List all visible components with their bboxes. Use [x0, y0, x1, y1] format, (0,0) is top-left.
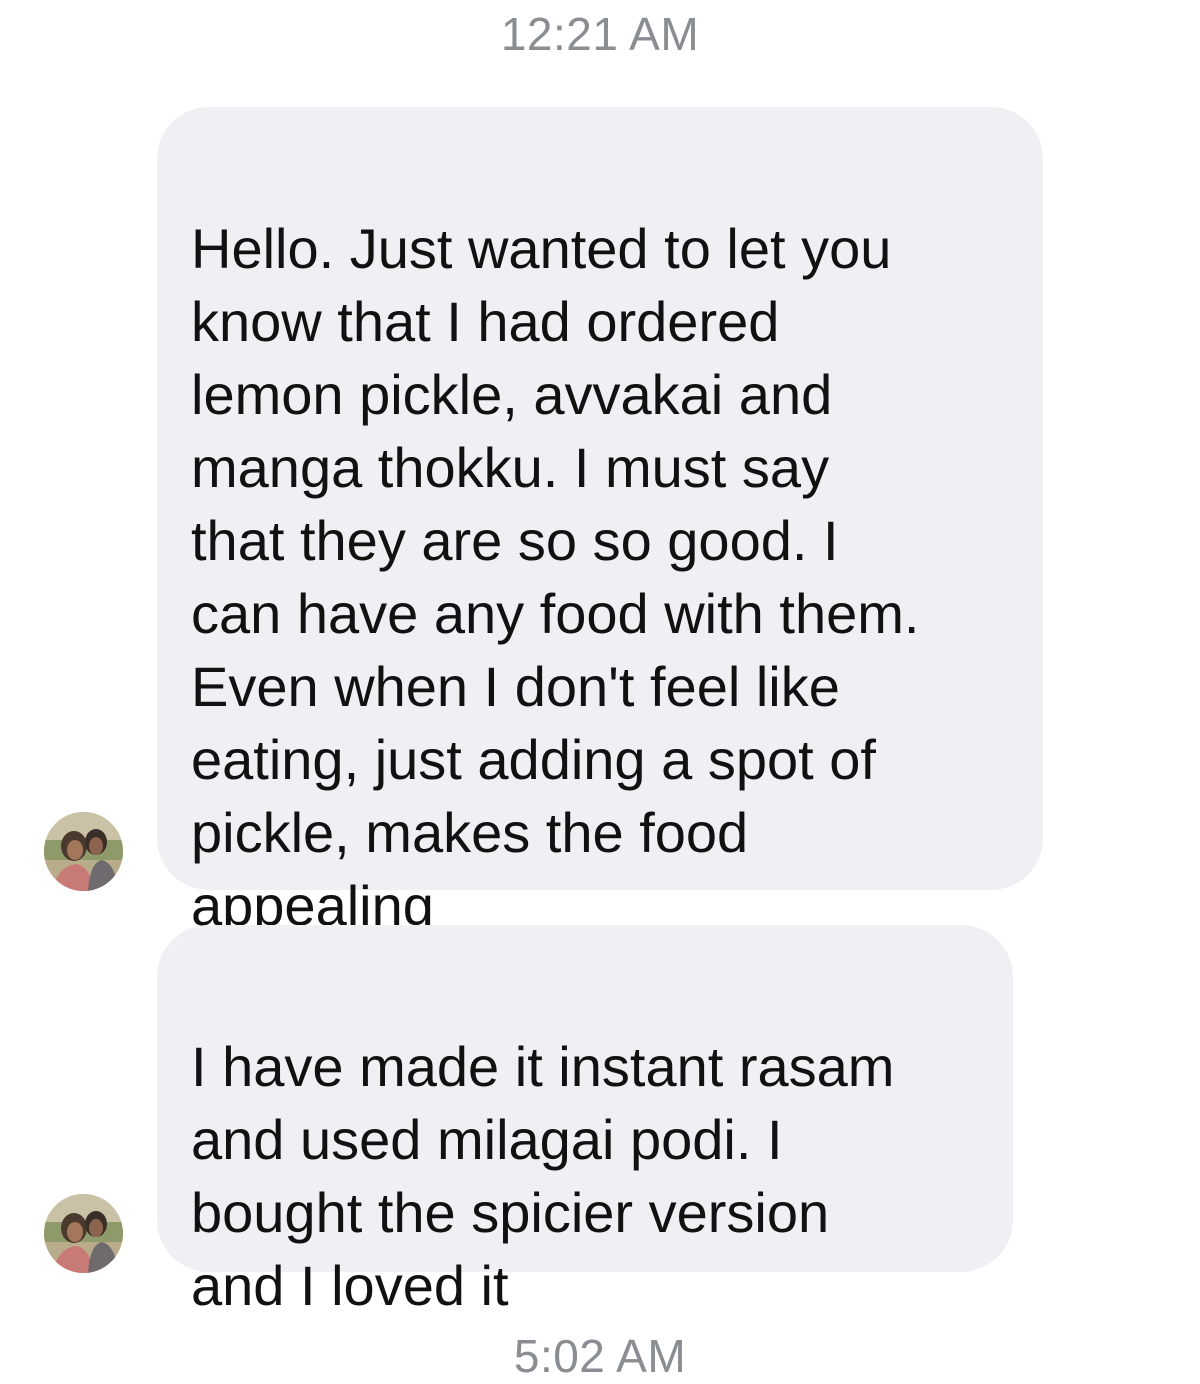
sender-avatar[interactable] [44, 1194, 123, 1273]
message-timestamp: 5:02 AM [513, 1330, 687, 1382]
message-bubble[interactable]: I have made it instant rasam and used mi… [157, 925, 1013, 1317]
message-text: Hello. Just wanted to let you know that … [191, 217, 920, 937]
avatar-photo-icon [44, 1194, 123, 1273]
message-text: I have made it instant rasam and used mi… [191, 1035, 895, 1317]
avatar-photo-icon [44, 812, 123, 891]
sender-avatar[interactable] [44, 812, 123, 891]
message-bubble[interactable]: Hello. Just wanted to let you know that … [157, 107, 1043, 937]
message-timestamp: 12:21 AM [500, 8, 700, 60]
